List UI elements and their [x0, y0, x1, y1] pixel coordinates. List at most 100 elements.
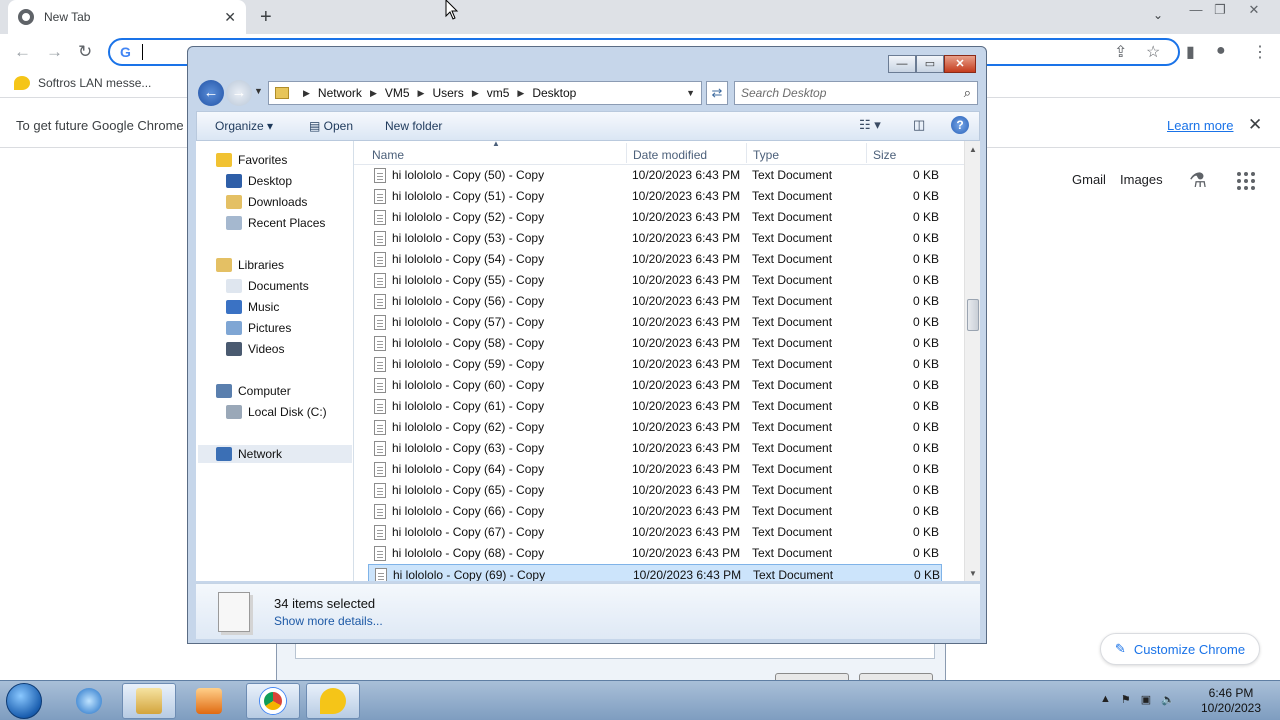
open-button[interactable]: ▤ Open: [309, 119, 353, 133]
file-row[interactable]: hi lolololo - Copy (63) - Copy 10/20/2023…: [368, 438, 942, 458]
explorer-taskbar-button[interactable]: [122, 683, 176, 719]
nav-libraries[interactable]: Libraries: [216, 258, 284, 272]
profile-icon[interactable]: ●: [1216, 42, 1226, 60]
bookmark-softros[interactable]: Softros LAN messe...: [14, 76, 151, 90]
file-size: 0 KB: [913, 231, 940, 245]
breadcrumb-vm5[interactable]: VM5: [385, 86, 410, 100]
nav-favorites[interactable]: Favorites: [216, 153, 287, 167]
file-row[interactable]: hi lolololo - Copy (57) - Copy 10/20/2023…: [368, 312, 942, 332]
file-row[interactable]: hi lolololo - Copy (59) - Copy 10/20/2023…: [368, 354, 942, 374]
side-panel-icon[interactable]: ▮: [1186, 42, 1195, 62]
tab-new-tab[interactable]: New Tab ✕: [8, 0, 246, 34]
bookmark-star-icon[interactable]: ☆: [1146, 42, 1160, 62]
scroll-down-icon[interactable]: ▼: [969, 569, 977, 578]
reload-icon[interactable]: ↻: [78, 42, 92, 62]
file-row[interactable]: hi lolololo - Copy (69) - Copy 10/20/2023…: [368, 564, 942, 581]
nav-downloads[interactable]: Downloads: [226, 195, 307, 209]
volume-muted-icon[interactable]: 🔈: [1161, 693, 1175, 706]
column-name[interactable]: Name: [372, 148, 404, 162]
nav-computer[interactable]: Computer: [216, 384, 291, 398]
dialog-maximize-button[interactable]: ▭: [916, 55, 944, 73]
file-row[interactable]: hi lolololo - Copy (55) - Copy 10/20/2023…: [368, 270, 942, 290]
organize-button[interactable]: Organize ▾: [215, 119, 273, 133]
search-icon[interactable]: ⌕: [964, 85, 971, 101]
nav-videos[interactable]: Videos: [226, 342, 284, 356]
file-row[interactable]: hi lolololo - Copy (56) - Copy 10/20/2023…: [368, 291, 942, 311]
nav-documents[interactable]: Documents: [226, 279, 309, 293]
scrollbar-thumb[interactable]: [967, 299, 979, 331]
forward-arrow-icon[interactable]: →: [226, 80, 252, 106]
close-window-button[interactable]: ✕: [1241, 2, 1267, 18]
network-status-icon[interactable]: ▣: [1141, 693, 1151, 706]
show-more-details-link[interactable]: Show more details...: [274, 614, 383, 628]
file-row[interactable]: hi lolololo - Copy (52) - Copy 10/20/2023…: [368, 207, 942, 227]
close-tab-icon[interactable]: ✕: [224, 9, 236, 26]
media-player-taskbar-button[interactable]: [182, 683, 236, 719]
column-size[interactable]: Size: [873, 148, 896, 162]
breadcrumb-network[interactable]: Network: [318, 86, 362, 100]
nav-local-disk[interactable]: Local Disk (C:): [226, 405, 327, 419]
file-row[interactable]: hi lolololo - Copy (60) - Copy 10/20/2023…: [368, 375, 942, 395]
vertical-scrollbar[interactable]: ▲ ▼: [964, 141, 980, 581]
new-tab-button[interactable]: +: [260, 6, 272, 29]
forward-arrow-icon[interactable]: →: [46, 42, 63, 62]
learn-more-link[interactable]: Learn more: [1167, 118, 1233, 133]
file-name: hi lolololo - Copy (66) - Copy: [392, 504, 545, 518]
preview-pane-icon[interactable]: ◫: [913, 117, 925, 133]
file-row[interactable]: hi lolololo - Copy (65) - Copy 10/20/2023…: [368, 480, 942, 500]
gmail-link[interactable]: Gmail: [1072, 172, 1106, 187]
close-infobar-icon[interactable]: ✕: [1248, 115, 1262, 135]
breadcrumb-user[interactable]: vm5: [487, 86, 510, 100]
file-row[interactable]: hi lolololo - Copy (61) - Copy 10/20/2023…: [368, 396, 942, 416]
start-button[interactable]: [6, 683, 42, 719]
nav-pictures[interactable]: Pictures: [226, 321, 291, 335]
file-row[interactable]: hi lolololo - Copy (50) - Copy 10/20/2023…: [368, 165, 942, 185]
apps-grid-icon[interactable]: [1237, 172, 1255, 190]
flask-icon[interactable]: ⚗: [1189, 168, 1207, 193]
nav-network[interactable]: Network: [198, 445, 352, 463]
restore-button[interactable]: ❐: [1207, 2, 1233, 18]
address-dropdown-icon[interactable]: ▼: [686, 88, 695, 98]
change-view-icon[interactable]: ☷ ▾: [859, 117, 881, 133]
column-type[interactable]: Type: [753, 148, 779, 162]
breadcrumb-desktop[interactable]: Desktop: [532, 86, 576, 100]
images-link[interactable]: Images: [1120, 172, 1163, 187]
scroll-up-icon[interactable]: ▲: [969, 145, 977, 154]
address-bar[interactable]: ▶ Network ▶ VM5 ▶ Users ▶ vm5 ▶ Desktop …: [268, 81, 702, 105]
tab-search-chevron-icon[interactable]: ⌄: [1153, 8, 1163, 22]
search-desktop-input[interactable]: Search Desktop ⌕: [734, 81, 978, 105]
show-hidden-icons-icon[interactable]: ▲: [1100, 693, 1111, 706]
clock[interactable]: 6:46 PM 10/20/2023: [1196, 686, 1266, 716]
dialog-minimize-button[interactable]: —: [888, 55, 916, 73]
back-arrow-icon[interactable]: ←: [198, 80, 224, 106]
refresh-icon[interactable]: ⇄: [706, 81, 728, 105]
history-dropdown-icon[interactable]: ▼: [254, 86, 263, 96]
nav-music[interactable]: Music: [226, 300, 279, 314]
file-row[interactable]: hi lolololo - Copy (62) - Copy 10/20/2023…: [368, 417, 942, 437]
breadcrumb-users[interactable]: Users: [432, 86, 463, 100]
internet-explorer-taskbar-button[interactable]: [62, 683, 116, 719]
customize-chrome-button[interactable]: ✎ Customize Chrome: [1100, 633, 1260, 665]
file-row[interactable]: hi lolololo - Copy (58) - Copy 10/20/2023…: [368, 333, 942, 353]
chrome-taskbar-button[interactable]: [246, 683, 300, 719]
file-row[interactable]: hi lolololo - Copy (68) - Copy 10/20/2023…: [368, 543, 942, 563]
file-row[interactable]: hi lolololo - Copy (66) - Copy 10/20/2023…: [368, 501, 942, 521]
file-row[interactable]: hi lolololo - Copy (64) - Copy 10/20/2023…: [368, 459, 942, 479]
file-row[interactable]: hi lolololo - Copy (53) - Copy 10/20/2023…: [368, 228, 942, 248]
action-center-flag-icon[interactable]: ⚑: [1121, 693, 1131, 706]
help-icon[interactable]: ?: [951, 116, 969, 134]
dialog-close-button[interactable]: ✕: [944, 55, 976, 73]
file-row[interactable]: hi lolololo - Copy (51) - Copy 10/20/2023…: [368, 186, 942, 206]
softros-taskbar-button[interactable]: [306, 683, 360, 719]
nav-desktop[interactable]: Desktop: [226, 174, 292, 188]
file-row[interactable]: hi lolololo - Copy (67) - Copy 10/20/2023…: [368, 522, 942, 542]
column-date-modified[interactable]: Date modified: [633, 148, 707, 162]
share-icon[interactable]: ⇪: [1114, 42, 1127, 62]
tab-strip: New Tab ✕ + ⌄ — ❐ ✕: [0, 0, 1280, 34]
file-row[interactable]: hi lolololo - Copy (54) - Copy 10/20/2023…: [368, 249, 942, 269]
new-folder-button[interactable]: New folder: [385, 119, 442, 133]
back-arrow-icon[interactable]: ←: [14, 42, 31, 62]
menu-kebab-icon[interactable]: ⋮: [1252, 42, 1268, 62]
minimize-button[interactable]: —: [1183, 2, 1209, 17]
nav-recent-places[interactable]: Recent Places: [226, 216, 325, 230]
